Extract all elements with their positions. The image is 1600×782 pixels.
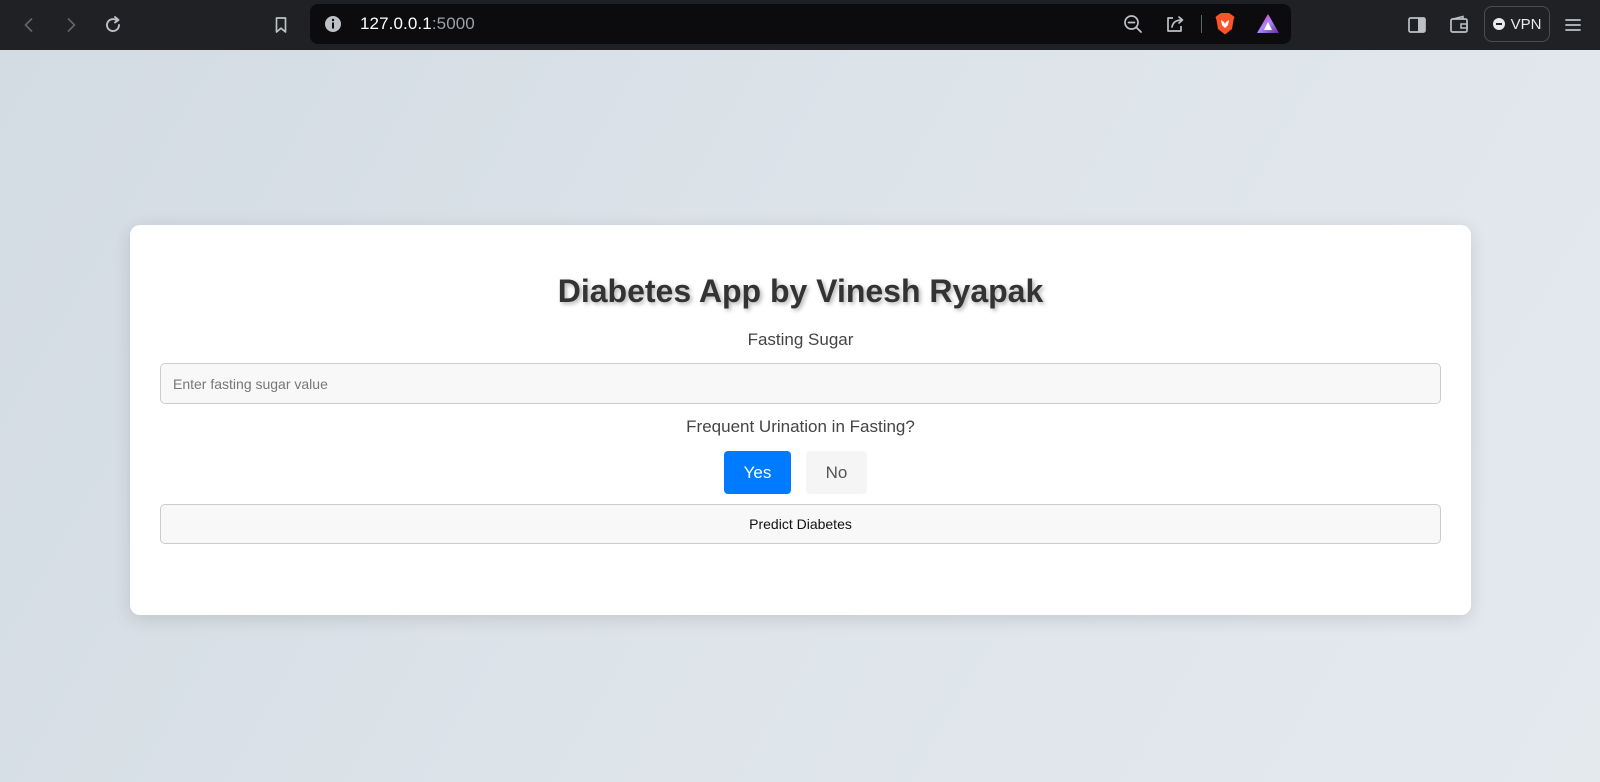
- sidebar-toggle-button[interactable]: [1401, 9, 1433, 41]
- reload-button[interactable]: [97, 9, 129, 41]
- vpn-button[interactable]: VPN: [1484, 6, 1550, 42]
- share-icon[interactable]: [1163, 12, 1187, 36]
- vpn-label: VPN: [1510, 15, 1542, 33]
- no-button[interactable]: No: [806, 451, 867, 494]
- forward-icon: [67, 18, 76, 32]
- url-port: :5000: [431, 14, 475, 33]
- wallet-button[interactable]: [1443, 9, 1475, 41]
- back-button[interactable]: [13, 9, 45, 41]
- bookmark-icon: [275, 17, 287, 33]
- bookmark-button[interactable]: [265, 9, 297, 41]
- predict-diabetes-button[interactable]: Predict Diabetes: [160, 504, 1441, 544]
- yes-button[interactable]: Yes: [724, 451, 791, 494]
- page-title: Diabetes App by Vinesh Ryapak: [557, 273, 1044, 309]
- menu-button[interactable]: [1557, 9, 1589, 41]
- address-bar[interactable]: 127.0.0.1:5000: [310, 4, 1291, 44]
- wallet-icon: [1450, 15, 1468, 33]
- address-separator: [1201, 15, 1202, 33]
- url-text[interactable]: 127.0.0.1:5000: [360, 4, 475, 44]
- site-info-icon[interactable]: [324, 15, 342, 33]
- forward-button[interactable]: [55, 9, 87, 41]
- brave-rewards-icon[interactable]: [1256, 12, 1280, 36]
- sidebar-icon: [1408, 17, 1426, 33]
- back-icon: [24, 18, 33, 32]
- url-host: 127.0.0.1: [360, 14, 432, 33]
- fasting-sugar-label: Fasting Sugar: [747, 330, 854, 349]
- fasting-sugar-input[interactable]: [160, 363, 1441, 404]
- zoom-out-icon[interactable]: [1121, 12, 1145, 36]
- form-card: Diabetes App by Vinesh Ryapak Fasting Su…: [130, 225, 1471, 615]
- vpn-status-icon: [1492, 18, 1505, 30]
- browser-toolbar: 127.0.0.1:5000 VPN: [0, 0, 1600, 50]
- reload-icon: [106, 16, 120, 32]
- hamburger-menu-icon: [1565, 19, 1581, 31]
- page-viewport: Diabetes App by Vinesh Ryapak Fasting Su…: [0, 50, 1600, 782]
- urination-question-label: Frequent Urination in Fasting?: [686, 417, 915, 436]
- brave-shields-icon[interactable]: [1213, 12, 1237, 36]
